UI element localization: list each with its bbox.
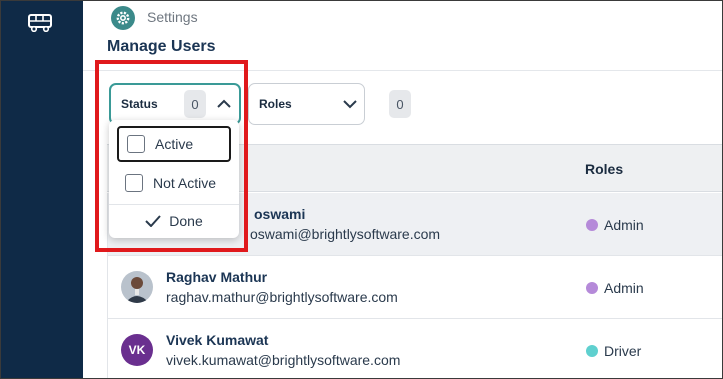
chevron-down-icon [343, 100, 357, 109]
user-name: oswami [254, 206, 306, 222]
done-label: Done [169, 213, 203, 229]
role-dot [586, 219, 598, 231]
role-label: Admin [604, 217, 644, 233]
option-not-active[interactable]: Not Active [117, 165, 231, 201]
role-dot [586, 282, 598, 294]
column-header-roles[interactable]: Roles [585, 161, 623, 177]
status-dropdown: Active Not Active Done [109, 120, 239, 238]
breadcrumb[interactable]: Settings [147, 9, 198, 25]
vehicle-icon[interactable] [28, 14, 52, 32]
page-title: Manage Users [107, 38, 216, 55]
roles-filter-label: Roles [259, 97, 292, 111]
checkbox-active[interactable] [127, 135, 145, 153]
role-cell: Admin [586, 217, 644, 233]
user-name: Vivek Kumawat [166, 332, 269, 348]
role-label: Admin [604, 280, 644, 296]
user-email: raghav.mathur@brightlysoftware.com [166, 289, 398, 305]
role-label: Driver [604, 343, 642, 359]
role-cell: Driver [586, 343, 641, 359]
status-filter-count: 0 [184, 90, 206, 118]
option-active-label: Active [155, 136, 194, 152]
table-row[interactable]: Raghav Mathur raghav.mathur@brightlysoft… [107, 256, 722, 319]
divider [109, 204, 239, 205]
status-filter-label: Status [121, 97, 158, 111]
role-dot [586, 345, 598, 357]
status-filter-button[interactable]: Status 0 [109, 83, 241, 125]
option-active[interactable]: Active [117, 126, 231, 162]
user-name: Raghav Mathur [166, 269, 268, 285]
option-not-active-label: Not Active [153, 175, 217, 191]
table-row[interactable]: VK Vivek Kumawat vivek.kumawat@brightlys… [107, 319, 722, 378]
roles-filter-count: 0 [389, 90, 411, 118]
user-email: vivek.kumawat@brightlysoftware.com [166, 352, 401, 368]
role-cell: Admin [586, 280, 644, 296]
done-button[interactable]: Done [109, 206, 239, 236]
chevron-up-icon [217, 99, 231, 108]
checkbox-not-active[interactable] [125, 174, 143, 192]
user-email: oswami@brightlysoftware.com [250, 226, 441, 242]
avatar [121, 271, 153, 303]
avatar: VK [121, 334, 153, 366]
gear-icon [111, 6, 135, 30]
app-frame: Settings Manage Users Status 0 Roles 0 R… [0, 0, 723, 379]
side-rail [1, 1, 83, 378]
roles-filter-button[interactable]: Roles 0 [248, 83, 411, 125]
page-header: Settings Manage Users [83, 1, 722, 71]
checkmark-icon [145, 215, 162, 227]
